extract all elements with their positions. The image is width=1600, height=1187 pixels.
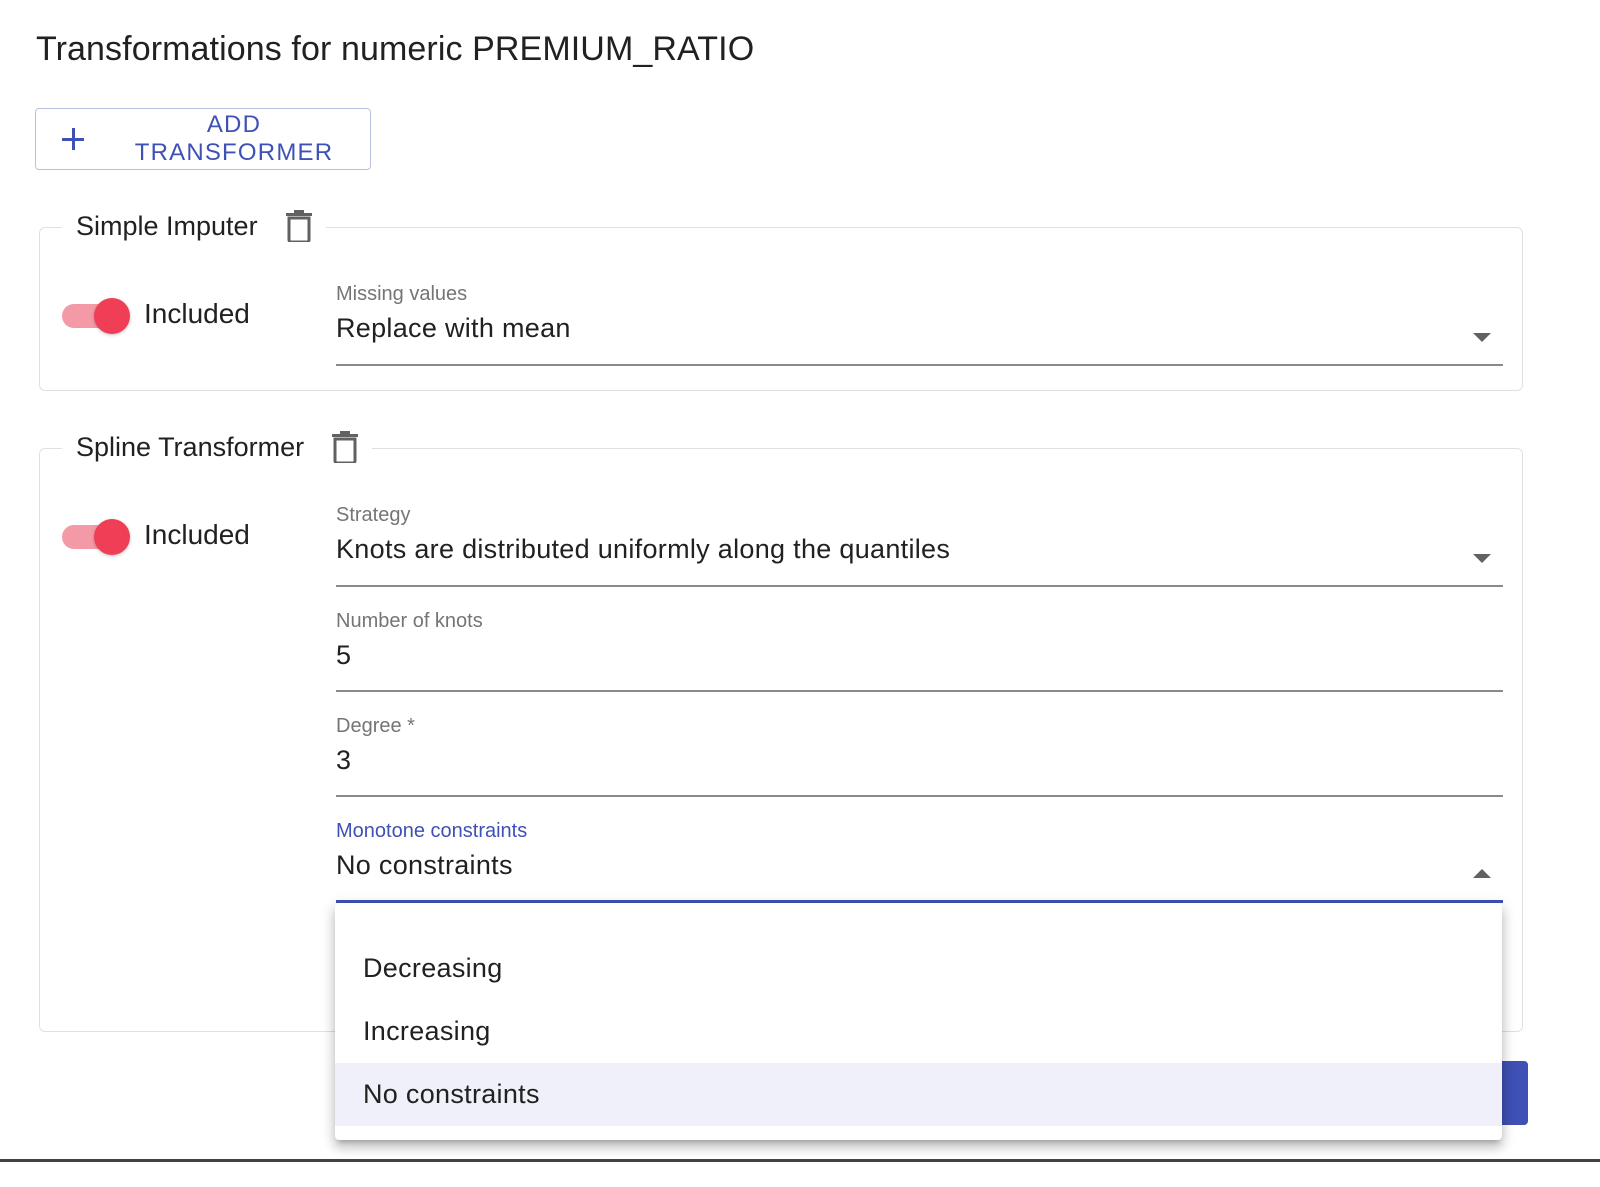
plus-icon	[62, 128, 84, 150]
add-transformer-label: ADD TRANSFORMER	[134, 111, 334, 166]
toggle-thumb	[94, 298, 130, 334]
degree-input[interactable]: Degree * 3	[336, 715, 1503, 799]
spline-transformer-delete-icon[interactable]	[332, 431, 359, 463]
missing-values-underline	[336, 364, 1503, 366]
spline-transformer-title: Spline Transformer	[76, 431, 305, 462]
monotone-constraints-label: Monotone constraints	[336, 820, 528, 842]
missing-values-select[interactable]: Missing values Replace with mean	[336, 283, 1503, 367]
missing-values-label: Missing values	[336, 283, 468, 305]
option-increasing[interactable]: Increasing	[335, 1000, 1502, 1063]
number-of-knots-input[interactable]: Number of knots 5	[336, 610, 1503, 694]
simple-imputer-legend: Simple Imputer	[62, 206, 326, 246]
spline-transformer-included-label: Included	[144, 519, 250, 550]
monotone-constraints-menu: Decreasing Increasing No constraints	[335, 903, 1502, 1140]
bottom-divider	[0, 1159, 1600, 1162]
simple-imputer-included-label: Included	[144, 298, 250, 329]
strategy-value: Knots are distributed uniformly along th…	[336, 534, 951, 564]
option-no-constraints[interactable]: No constraints	[335, 1063, 1502, 1126]
monotone-constraints-value: No constraints	[336, 850, 513, 880]
missing-values-value: Replace with mean	[336, 313, 571, 343]
chevron-up-icon	[1473, 869, 1491, 878]
number-of-knots-label: Number of knots	[336, 610, 483, 632]
strategy-label: Strategy	[336, 504, 411, 526]
spline-transformer-included-toggle[interactable]	[62, 516, 130, 556]
chevron-down-icon	[1473, 333, 1491, 342]
toggle-thumb	[94, 519, 130, 555]
degree-underline	[336, 795, 1503, 797]
strategy-select[interactable]: Strategy Knots are distributed uniformly…	[336, 504, 1503, 588]
number-of-knots-value: 5	[336, 640, 352, 670]
page-title: Transformations for numeric PREMIUM_RATI…	[36, 30, 755, 68]
simple-imputer-included-toggle[interactable]	[62, 295, 130, 335]
transformations-page: Transformations for numeric PREMIUM_RATI…	[0, 0, 1600, 1187]
degree-value: 3	[336, 745, 352, 775]
number-of-knots-underline	[336, 690, 1503, 692]
option-decreasing[interactable]: Decreasing	[335, 937, 1502, 1000]
degree-label: Degree *	[336, 715, 415, 737]
simple-imputer-delete-icon[interactable]	[285, 210, 312, 242]
chevron-down-icon	[1473, 554, 1491, 563]
spline-transformer-legend: Spline Transformer	[62, 427, 373, 467]
simple-imputer-title: Simple Imputer	[76, 210, 258, 241]
strategy-underline	[336, 585, 1503, 587]
simple-imputer-card: Simple Imputer Included Missing values R…	[39, 206, 1523, 391]
add-transformer-button[interactable]: ADD TRANSFORMER	[35, 108, 371, 170]
monotone-constraints-select[interactable]: Monotone constraints No constraints	[336, 820, 1503, 904]
